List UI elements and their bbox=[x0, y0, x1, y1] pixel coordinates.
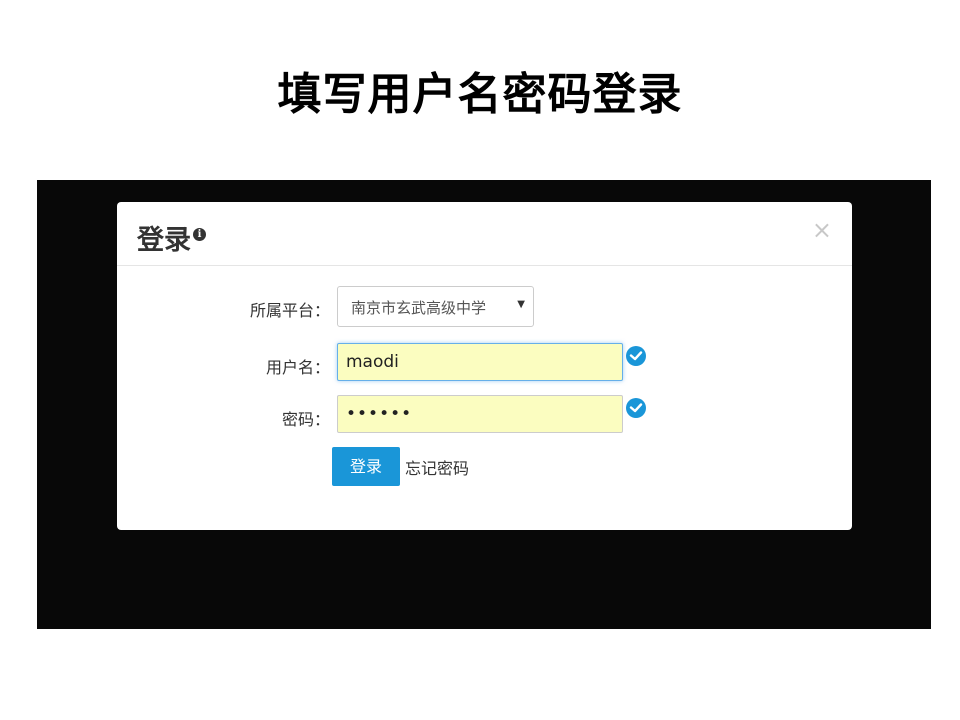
platform-label: 所属平台： bbox=[249, 301, 330, 320]
username-input[interactable]: maodi bbox=[337, 343, 623, 381]
slide-title: 填写用户名密码登录 bbox=[277, 69, 683, 120]
password-input[interactable]: •••••• bbox=[337, 395, 623, 433]
caret-down-icon: ▼ bbox=[517, 299, 525, 310]
modal-header: 登录 i × bbox=[117, 202, 852, 266]
close-icon[interactable]: × bbox=[812, 218, 832, 242]
forgot-password-link[interactable]: 忘记密码 bbox=[405, 455, 469, 479]
info-circle-icon: i bbox=[193, 228, 206, 241]
modal-title-text: 登录 bbox=[137, 225, 191, 256]
platform-select[interactable]: 南京市玄武高级中学 ▼ bbox=[337, 286, 534, 327]
platform-select-value: 南京市玄武高级中学 bbox=[351, 299, 487, 317]
platform-row: 所属平台： 南京市玄武高级中学 ▼ bbox=[117, 286, 852, 327]
password-label: 密码： bbox=[281, 410, 330, 429]
modal-title: 登录 i bbox=[137, 218, 206, 257]
username-label: 用户名： bbox=[265, 358, 330, 377]
screenshot-backdrop: 登录 i × 所属平台： 南京市玄武高级中学 ▼ 用户名： maodi 密码： bbox=[37, 180, 931, 629]
check-circle-icon bbox=[626, 346, 646, 366]
username-row: 用户名： maodi bbox=[117, 343, 852, 383]
check-circle-icon bbox=[626, 398, 646, 418]
login-modal: 登录 i × 所属平台： 南京市玄武高级中学 ▼ 用户名： maodi 密码： bbox=[117, 202, 852, 530]
login-button[interactable]: 登录 bbox=[332, 447, 400, 486]
password-row: 密码： •••••• bbox=[117, 395, 852, 435]
